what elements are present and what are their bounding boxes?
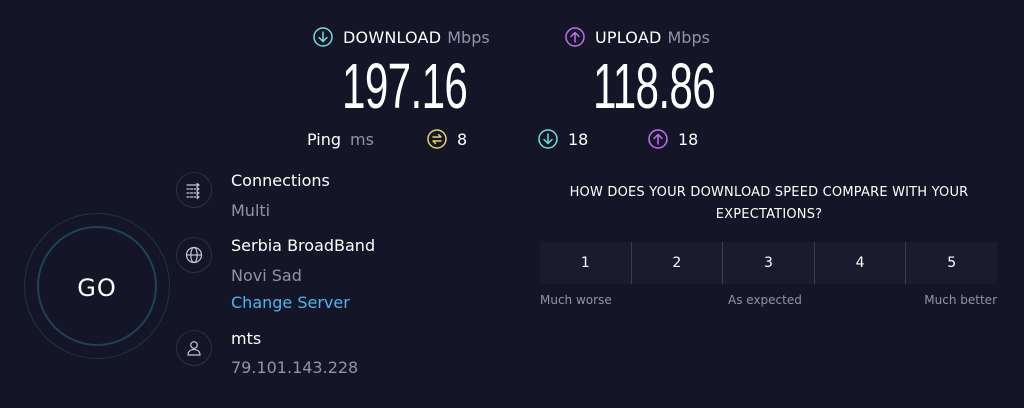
connections-title: Connections [231,171,330,190]
upload-metric: UPLOAD Mbps [565,25,710,49]
globe-icon [185,246,203,264]
ping-row: Ping ms [307,127,374,151]
provider-icon-badge [176,330,212,366]
idle-latency-icon [427,129,447,149]
ping-idle-value: 8 [457,129,468,149]
ping-download: 18 [538,127,588,151]
upload-label: UPLOAD [595,27,662,47]
go-button-label: GO [77,274,117,302]
server-name: Serbia BroadBand [231,236,376,255]
download-speed-value: 197.16 [342,50,468,122]
rating-option-4[interactable]: 4 [815,242,907,284]
go-button[interactable]: GO [37,226,157,346]
survey-question: HOW DOES YOUR DOWNLOAD SPEED COMPARE WIT… [569,185,969,222]
user-icon [187,341,201,356]
download-metric: DOWNLOAD Mbps [313,25,490,49]
ping-unit: ms [350,129,374,149]
upload-speed-value: 118.86 [593,50,716,122]
connections-icon [186,182,200,200]
rating-option-1[interactable]: 1 [540,242,632,284]
rating-high-label: Much better [924,293,997,307]
ping-download-value: 18 [568,129,589,149]
rating-option-3[interactable]: 3 [723,242,815,284]
rating-scale: 1 2 3 4 5 [540,242,997,284]
upload-arrow-icon [565,27,585,47]
provider-ip: 79.101.143.228 [231,358,359,377]
download-unit: Mbps [447,27,490,47]
rating-low-label: Much worse [540,293,612,307]
download-arrow-icon [313,27,333,47]
ping-label: Ping [307,129,342,149]
provider-name: mts [231,329,262,348]
upload-unit: Mbps [667,27,710,47]
ping-idle: 8 [427,127,467,151]
rating-option-5[interactable]: 5 [906,242,997,284]
download-label: DOWNLOAD [343,27,442,47]
ping-upload-value: 18 [678,129,699,149]
server-city: Novi Sad [231,266,302,285]
download-latency-icon [538,129,558,149]
connections-mode: Multi [231,201,271,220]
connections-icon-badge [176,172,212,208]
ping-upload: 18 [648,127,698,151]
change-server-link[interactable]: Change Server [231,293,350,312]
upload-latency-icon [648,129,668,149]
rating-option-2[interactable]: 2 [632,242,724,284]
rating-mid-label: As expected [728,293,802,307]
server-icon-badge [176,237,212,273]
